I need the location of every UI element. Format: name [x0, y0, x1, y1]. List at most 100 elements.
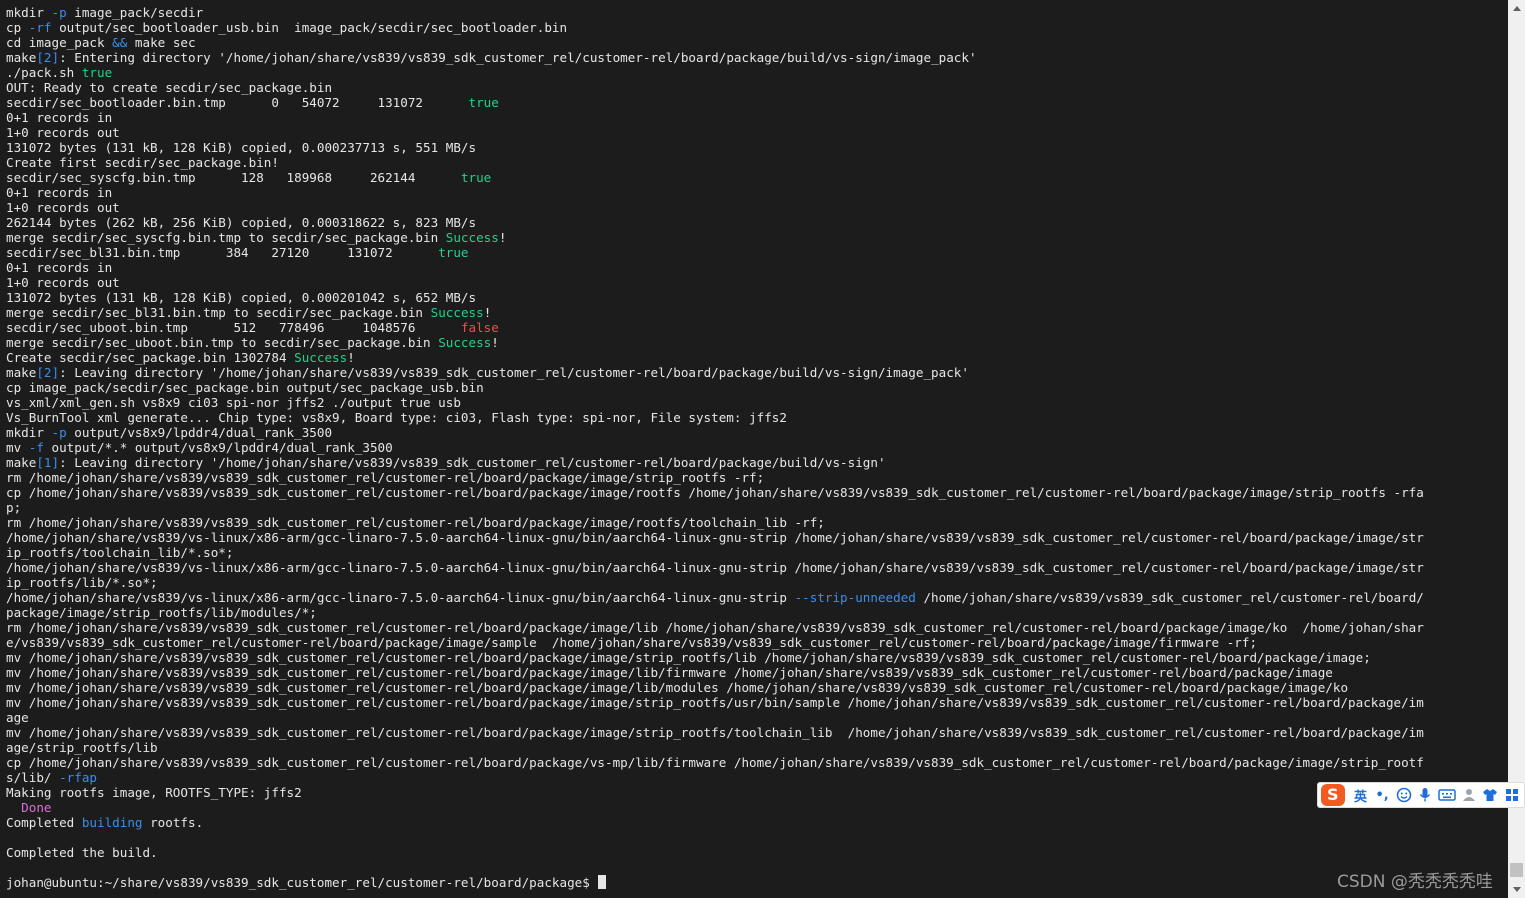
- skin-icon[interactable]: [1481, 785, 1501, 805]
- terminal-text: 1+0 records out: [6, 200, 120, 215]
- terminal-line: age: [6, 710, 1424, 725]
- terminal-line: merge secdir/sec_uboot.bin.tmp to secdir…: [6, 335, 1424, 350]
- terminal-line: secdir/sec_bootloader.bin.tmp 0 54072 13…: [6, 95, 1424, 110]
- terminal-text: output/vs8x9/lpddr4/dual_rank_3500: [66, 425, 333, 440]
- language-toggle-button[interactable]: 英: [1351, 785, 1371, 805]
- terminal-text: cp /home/johan/share/vs839/vs839_sdk_cus…: [6, 485, 1424, 500]
- text-cursor: [598, 875, 607, 889]
- terminal-text: OUT: Ready to create secdir/sec_package.…: [6, 80, 333, 95]
- terminal-line: make[1]: Leaving directory '/home/johan/…: [6, 455, 1424, 470]
- terminal-line: p;: [6, 500, 1424, 515]
- terminal-line: s/lib/ -rfap: [6, 770, 1424, 785]
- terminal-line: Create secdir/sec_package.bin 1302784 Su…: [6, 350, 1424, 365]
- terminal-line: johan@ubuntu:~/share/vs839/vs839_sdk_cus…: [6, 875, 1424, 890]
- terminal-line: Completed the build.: [6, 845, 1424, 860]
- terminal-text: /home/johan/share/vs839/vs-linux/x86-arm…: [6, 530, 1424, 545]
- terminal-line: secdir/sec_uboot.bin.tmp 512 778496 1048…: [6, 320, 1424, 335]
- terminal-text: &&: [112, 35, 128, 50]
- terminal-line: Completed building rootfs.: [6, 815, 1424, 830]
- terminal-text: Completed the build.: [6, 845, 158, 860]
- user-icon[interactable]: [1459, 785, 1479, 805]
- terminal-text: cd image_pack: [6, 35, 113, 50]
- terminal-text: cp image_pack/secdir/sec_package.bin out…: [6, 380, 484, 395]
- terminal-text: : Leaving directory '/home/johan/share/v…: [59, 365, 969, 380]
- terminal-text: [2]: [36, 365, 60, 380]
- terminal-line: cp -rf output/sec_bootloader_usb.bin ima…: [6, 20, 1424, 35]
- terminal-line: make[2]: Leaving directory '/home/johan/…: [6, 365, 1424, 380]
- terminal-text: !: [483, 305, 492, 320]
- terminal-text: !: [347, 350, 355, 365]
- terminal-text: secdir/sec_uboot.bin.tmp 512 778496 1048…: [6, 320, 461, 335]
- microphone-icon[interactable]: [1416, 785, 1436, 805]
- terminal-text: vs_xml/xml_gen.sh vs8x9 ci03 spi-nor jff…: [6, 395, 461, 410]
- scroll-up-arrow-icon[interactable]: [1508, 0, 1525, 17]
- keyboard-icon[interactable]: [1437, 785, 1457, 805]
- terminal-text: -rfap: [59, 770, 97, 785]
- terminal-text: mkdir: [6, 5, 52, 20]
- terminal-text: -rf: [28, 20, 52, 35]
- sogou-s-icon[interactable]: S: [1321, 784, 1345, 806]
- scroll-down-arrow-icon[interactable]: [1508, 881, 1525, 898]
- terminal-line: vs_xml/xml_gen.sh vs8x9 ci03 spi-nor jff…: [6, 395, 1424, 410]
- terminal-text: make: [6, 365, 37, 380]
- terminal-text: Success: [445, 230, 499, 245]
- terminal-text: 1+0 records out: [6, 275, 120, 290]
- terminal-text: /home/johan/share/vs839/vs839_sdk_custom…: [915, 590, 1424, 605]
- terminal-text: !: [491, 335, 499, 350]
- terminal-output: mkdir -p image_pack/secdir cp -rf output/…: [6, 5, 1424, 890]
- vertical-scrollbar[interactable]: [1508, 0, 1525, 898]
- terminal-line: secdir/sec_syscfg.bin.tmp 128 189968 262…: [6, 170, 1424, 185]
- terminal-line: 0+1 records in: [6, 110, 1424, 125]
- terminal-text: /home/johan/share/vs839/vs-linux/x86-arm…: [6, 590, 795, 605]
- terminal-text: s/lib/: [6, 770, 60, 785]
- terminal-text: mv /home/johan/share/vs839/vs839_sdk_cus…: [6, 725, 1424, 740]
- terminal-line: cd image_pack && make sec: [6, 35, 1424, 50]
- terminal-text: merge secdir/sec_syscfg.bin.tmp to secdi…: [6, 230, 446, 245]
- terminal-line: 131072 bytes (131 kB, 128 KiB) copied, 0…: [6, 140, 1424, 155]
- terminal-text: Create first secdir/sec_package.bin!: [6, 155, 279, 170]
- terminal-text: !: [498, 230, 507, 245]
- terminal-text: [1]: [36, 455, 60, 470]
- terminal-text: p;: [6, 500, 22, 515]
- terminal-line: /home/johan/share/vs839/vs-linux/x86-arm…: [6, 530, 1424, 545]
- grid-icon[interactable]: [1502, 785, 1522, 805]
- scrollbar-thumb[interactable]: [1510, 863, 1523, 877]
- terminal-text: image_pack/secdir: [66, 5, 204, 20]
- terminal-text: e/vs839/vs839_sdk_customer_rel/customer-…: [6, 635, 1258, 650]
- terminal-text: 0+1 records in: [6, 185, 113, 200]
- terminal-line: 1+0 records out: [6, 275, 1424, 290]
- terminal-window[interactable]: mkdir -p image_pack/secdir cp -rf output/…: [0, 0, 1508, 898]
- ime-toolbar[interactable]: S 英 •,: [1317, 782, 1525, 808]
- terminal-text: johan@ubuntu:~/share/vs839/vs839_sdk_cus…: [6, 875, 598, 890]
- terminal-line: 1+0 records out: [6, 125, 1424, 140]
- terminal-line: mv /home/johan/share/vs839/vs839_sdk_cus…: [6, 665, 1424, 680]
- terminal-text: secdir/sec_bootloader.bin.tmp 0 54072 13…: [6, 95, 469, 110]
- terminal-text: --strip-unneeded: [794, 590, 916, 605]
- terminal-text: ip_rootfs/toolchain_lib/*.so*;: [6, 545, 234, 560]
- terminal-text: package/image/strip_rootfs/lib/modules/*…: [6, 605, 317, 620]
- terminal-text: : Entering directory '/home/johan/share/…: [59, 50, 977, 65]
- terminal-line: OUT: Ready to create secdir/sec_package.…: [6, 80, 1424, 95]
- terminal-text: /home/johan/share/vs839/vs-linux/x86-arm…: [6, 560, 1424, 575]
- terminal-line: rm /home/johan/share/vs839/vs839_sdk_cus…: [6, 620, 1424, 635]
- terminal-text: Success: [430, 305, 484, 320]
- terminal-text: age: [6, 710, 29, 725]
- terminal-text: 131072 bytes (131 kB, 128 KiB) copied, 0…: [6, 140, 477, 155]
- terminal-text: -p: [51, 425, 67, 440]
- terminal-text: 0+1 records in: [6, 110, 113, 125]
- terminal-text: 131072 bytes (131 kB, 128 KiB) copied, 0…: [6, 290, 477, 305]
- terminal-text: mv /home/johan/share/vs839/vs839_sdk_cus…: [6, 665, 1333, 680]
- emoji-icon[interactable]: [1394, 785, 1414, 805]
- terminal-line: ./pack.sh true: [6, 65, 1424, 80]
- terminal-text: true: [468, 95, 499, 110]
- terminal-line: make[2]: Entering directory '/home/johan…: [6, 50, 1424, 65]
- punctuation-toggle-button[interactable]: •,: [1372, 785, 1392, 805]
- terminal-text: mv /home/johan/share/vs839/vs839_sdk_cus…: [6, 695, 1424, 710]
- terminal-text: mv /home/johan/share/vs839/vs839_sdk_cus…: [6, 650, 1371, 665]
- terminal-text: mv /home/johan/share/vs839/vs839_sdk_cus…: [6, 680, 1349, 695]
- terminal-line: e/vs839/vs839_sdk_customer_rel/customer-…: [6, 635, 1424, 650]
- terminal-text: secdir/sec_bl31.bin.tmp 384 27120 131072: [6, 245, 439, 260]
- terminal-text: Completed: [6, 815, 82, 830]
- terminal-text: output/sec_bootloader_usb.bin image_pack…: [51, 20, 568, 35]
